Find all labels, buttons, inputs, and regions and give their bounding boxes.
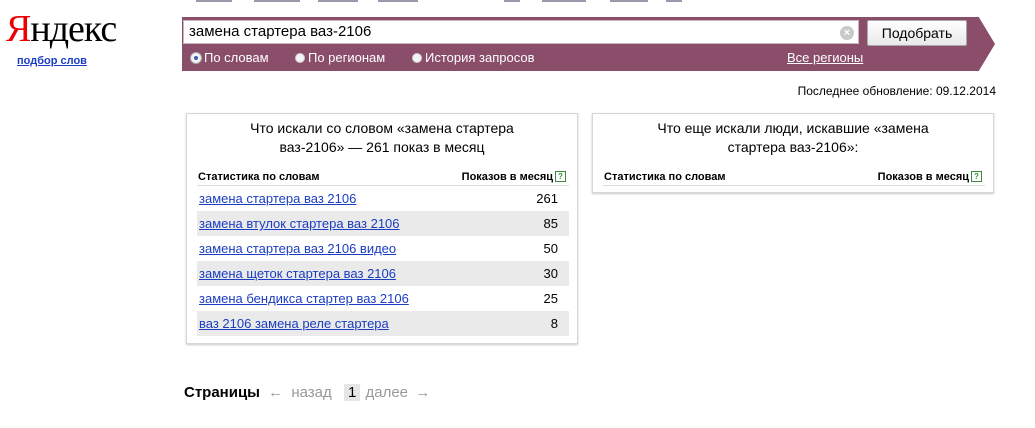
show-count: 30 xyxy=(543,266,558,281)
top-nav-strip xyxy=(196,0,696,4)
show-count: 50 xyxy=(543,241,558,256)
mode-label: По словам xyxy=(204,50,269,65)
keyword-link[interactable]: ваз 2106 замена реле стартера xyxy=(199,316,389,332)
keyword-link[interactable]: замена бендикса стартер ваз 2106 xyxy=(199,291,409,307)
table-row: замена стартера ваз 2106 261 xyxy=(197,186,569,211)
submit-button[interactable]: Подобрать xyxy=(867,20,967,46)
table-row: замена стартера ваз 2106 видео 50 xyxy=(197,236,569,261)
radio-icon xyxy=(295,53,305,63)
mode-label: По регионам xyxy=(308,50,386,65)
column-header-shows-label: Показов в месяц xyxy=(461,171,553,183)
mode-label: История запросов xyxy=(425,50,535,65)
column-header-shows: Показов в месяц? xyxy=(878,170,982,184)
next-page-link: далее xyxy=(365,384,409,401)
related-words-panel: Что искали со словом «замена стартера ва… xyxy=(186,113,578,344)
panel-title-line1: Что искали со словом «замена стартера xyxy=(250,120,514,136)
mode-radio-words[interactable]: По словам xyxy=(191,50,269,66)
clear-icon[interactable]: × xyxy=(840,26,854,40)
arrow-right-icon: → xyxy=(415,384,431,401)
all-regions-link[interactable]: Все регионы xyxy=(787,50,863,66)
column-header-words: Статистика по словам xyxy=(198,171,320,183)
panel-title-line1: Что еще искали люди, искавшие «замена xyxy=(657,120,929,136)
pager: Страницы ← назад 1 далее → xyxy=(184,383,430,403)
show-count: 8 xyxy=(550,316,558,331)
header-divider xyxy=(603,185,985,186)
service-name-link[interactable]: подбор слов xyxy=(17,55,87,67)
table-row: ваз 2106 замена реле стартера 8 xyxy=(197,311,569,336)
panel-title-line2: стартера ваз-2106»: xyxy=(727,139,859,155)
radio-selected-icon xyxy=(191,53,201,63)
yandex-logo[interactable]: Яндекс xyxy=(6,8,117,50)
keyword-link[interactable]: замена щеток стартера ваз 2106 xyxy=(199,266,396,282)
column-header-shows-label: Показов в месяц xyxy=(877,171,969,183)
search-input[interactable]: замена стартера ваз-2106 xyxy=(183,20,859,44)
show-count: 261 xyxy=(536,191,558,206)
show-count: 85 xyxy=(543,216,558,231)
logo-first-letter: Я xyxy=(6,8,31,50)
column-header-words: Статистика по словам xyxy=(604,171,726,183)
keyword-link[interactable]: замена стартера ваз 2106 видео xyxy=(199,241,396,257)
mode-radio-regions[interactable]: По регионам xyxy=(295,50,385,66)
current-page: 1 xyxy=(343,384,361,401)
prev-page-link: назад xyxy=(291,384,332,401)
keyword-link[interactable]: замена втулок стартера ваз 2106 xyxy=(199,216,400,232)
table-row: замена щеток стартера ваз 2106 30 xyxy=(197,261,569,286)
help-icon[interactable]: ? xyxy=(971,171,982,182)
radio-icon xyxy=(412,53,422,63)
show-count: 25 xyxy=(543,291,558,306)
help-icon[interactable]: ? xyxy=(555,171,566,182)
table-row: замена втулок стартера ваз 2106 85 xyxy=(197,211,569,236)
mode-radio-history[interactable]: История запросов xyxy=(412,50,535,66)
also-searched-panel: Что еще искали люди, искавшие «замена ст… xyxy=(592,113,994,193)
logo-rest: ндекс xyxy=(30,8,117,50)
pager-label: Страницы xyxy=(184,384,260,401)
panel-title-line2: ваз-2106» — 261 показ в месяц xyxy=(279,139,485,155)
arrow-left-icon: ← xyxy=(268,384,284,401)
keyword-link[interactable]: замена стартера ваз 2106 xyxy=(199,191,356,207)
column-header-shows: Показов в месяц? xyxy=(462,170,566,184)
table-row: замена бендикса стартер ваз 2106 25 xyxy=(197,286,569,311)
last-update: Последнее обновление: 09.12.2014 xyxy=(797,84,996,98)
